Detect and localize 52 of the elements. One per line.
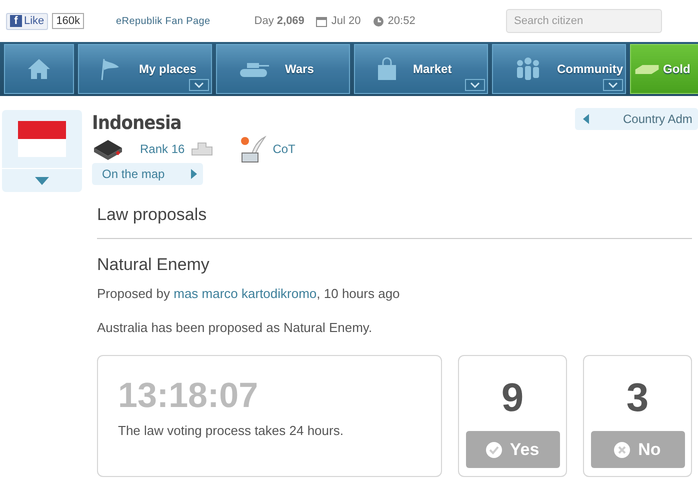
check-icon [486, 442, 502, 458]
vote-count: 9 [501, 376, 524, 421]
nav-tab[interactable]: Market [354, 44, 488, 94]
facebook-icon: f [10, 15, 22, 27]
countdown-note: The law voting process takes 24 hours. [118, 423, 344, 438]
nav-label: Wars [285, 62, 314, 76]
proposed-by-text: Proposed by mas marco kartodikromo, 10 hours ago [97, 286, 401, 301]
home-icon [26, 57, 52, 81]
nav-tab[interactable]: Community [492, 44, 626, 94]
nav-label: Community [557, 62, 623, 76]
date-text: Jul 20 [331, 15, 361, 27]
podium-icon [190, 142, 213, 156]
rank-link[interactable]: Rank 16 [140, 142, 185, 156]
arrow-right-icon [190, 169, 197, 179]
proposal-description: Australia has been proposed as Natural Enemy. [97, 320, 374, 335]
tank-icon [239, 60, 269, 78]
ingot-icon [635, 64, 659, 74]
nav-label: Gold [663, 62, 690, 76]
day-counter: Day 2,069 [254, 15, 304, 27]
dropdown-caret-icon[interactable] [603, 79, 623, 91]
proposal-title: Natural Enemy [97, 255, 210, 275]
people-icon [515, 57, 541, 81]
nav-label: Market [413, 62, 452, 76]
expand-arrow-icon[interactable] [35, 176, 49, 184]
government-link[interactable]: CoT [272, 142, 296, 156]
nav-label: My places [139, 62, 196, 76]
book-icon [92, 138, 124, 160]
arrow-left-icon [583, 114, 589, 124]
nav-tab[interactable]: Wars [216, 44, 350, 94]
like-count: 160k [52, 13, 84, 29]
calendar-icon [316, 16, 328, 26]
like-button[interactable]: f Like [6, 12, 48, 30]
section-title: Law proposals [97, 205, 208, 225]
search-field[interactable]: Search citizen [506, 9, 662, 33]
proposer-link[interactable]: mas marco kartodikromo [174, 286, 317, 301]
dropdown-caret-icon[interactable] [465, 79, 485, 91]
time-text: 20:52 [388, 15, 416, 27]
indonesia-flag-icon [18, 121, 66, 157]
dropdown-caret-icon[interactable] [189, 79, 209, 91]
vote-count: 3 [626, 376, 649, 421]
on-the-map-button[interactable]: On the map [92, 163, 203, 185]
countdown-timer: 13:18:07 [118, 376, 260, 416]
fan-page-link[interactable]: eRepublik Fan Page [116, 16, 210, 26]
nav-tab[interactable]: Gold [630, 44, 698, 94]
shopping-bag-icon [377, 57, 397, 81]
clock-icon [372, 16, 384, 26]
close-icon [614, 442, 630, 458]
nav-tab[interactable]: My places [78, 44, 212, 94]
country-admin-button[interactable]: Country Adm [575, 108, 698, 130]
nav-tab[interactable] [4, 44, 74, 94]
document-quill-icon [238, 135, 267, 163]
country-name: Indonesia [92, 112, 182, 134]
